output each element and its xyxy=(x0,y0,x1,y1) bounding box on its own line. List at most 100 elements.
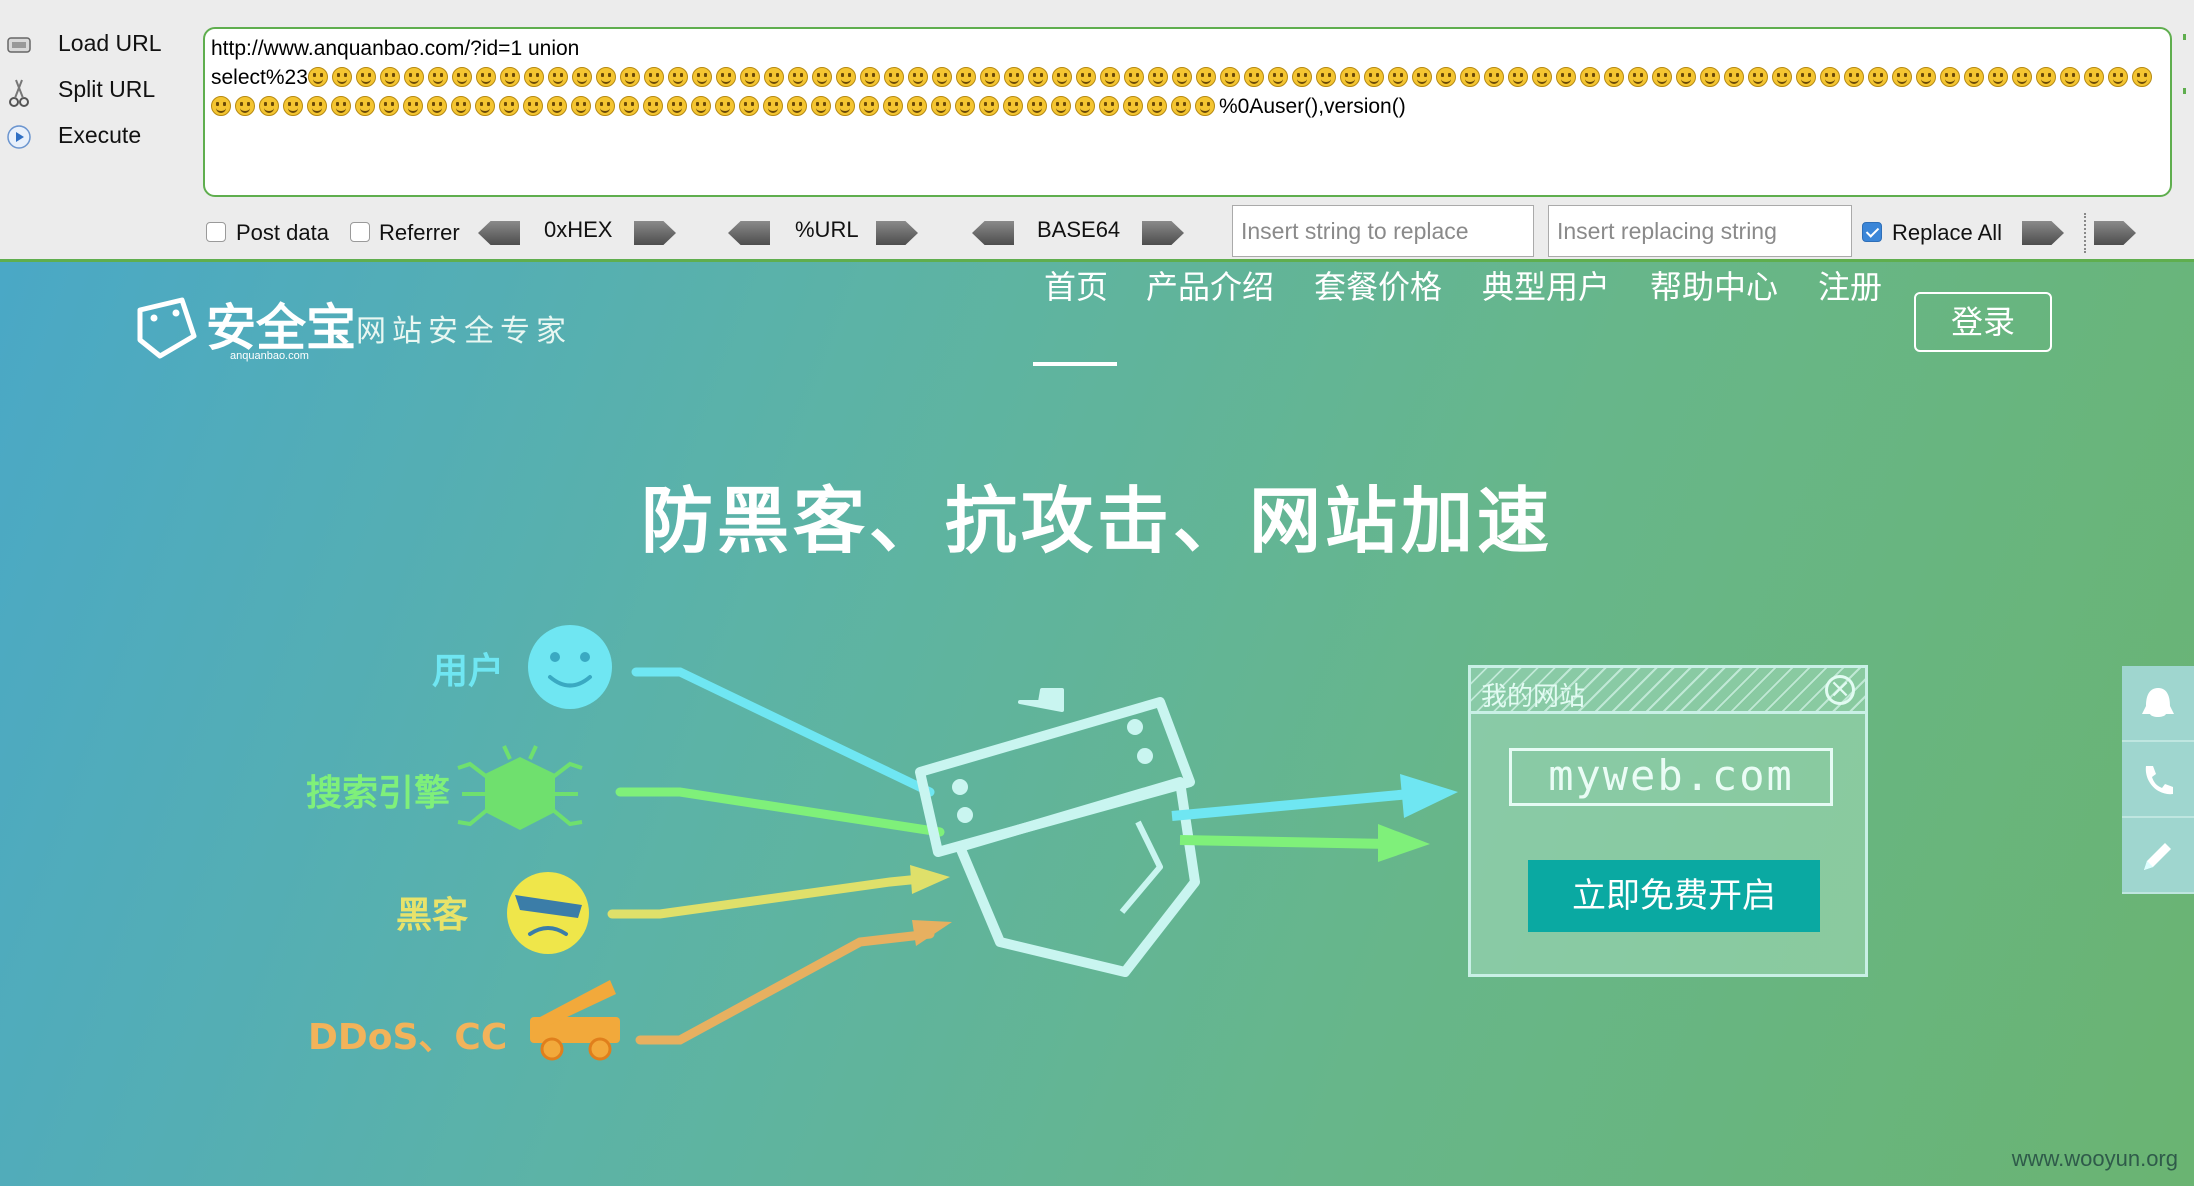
smiley-emoji-icon xyxy=(379,67,400,87)
phone-icon[interactable] xyxy=(2122,742,2194,818)
replace-to-input[interactable] xyxy=(1548,205,1852,257)
smiley-emoji-icon xyxy=(1843,67,1864,87)
smiley-emoji-icon xyxy=(1723,67,1744,87)
split-url-label: Split URL xyxy=(58,76,156,102)
smiley-emoji-icon xyxy=(787,67,808,87)
smiley-emoji-icon xyxy=(1699,67,1720,87)
enable-free-button[interactable]: 立即免费开启 xyxy=(1528,860,1820,932)
smiley-emoji-icon xyxy=(1267,67,1288,87)
smiley-emoji-icon xyxy=(355,67,376,87)
smiley-emoji-icon xyxy=(643,67,664,87)
split-url-button[interactable]: Split URL xyxy=(0,70,200,110)
url-textarea[interactable]: http://www.anquanbao.com/?id=1 union sel… xyxy=(203,27,2172,197)
load-url-icon xyxy=(6,32,32,58)
base64-encode-arrow-icon[interactable] xyxy=(1142,221,1184,245)
hex-label: 0xHEX xyxy=(544,217,613,242)
smiley-emoji-icon xyxy=(523,96,543,116)
smiley-emoji-icon xyxy=(883,96,903,116)
separator xyxy=(2084,213,2086,253)
window-url: myweb.com xyxy=(1509,748,1833,806)
replace-from-input[interactable] xyxy=(1232,205,1534,257)
smiley-emoji-icon xyxy=(379,96,399,116)
pencil-icon[interactable] xyxy=(2122,818,2194,894)
smiley-emoji-icon xyxy=(739,96,759,116)
smiley-emoji-icon xyxy=(1003,67,1024,87)
smiley-emoji-icon xyxy=(883,67,904,87)
url-line-2: select%23 %0Auser(),version() xyxy=(211,63,2164,121)
smiley-emoji-icon xyxy=(1651,67,1672,87)
angry-face-icon xyxy=(507,872,589,954)
referrer-checkbox[interactable] xyxy=(350,222,370,242)
execute-label: Execute xyxy=(58,122,142,148)
smiley-emoji-icon xyxy=(499,96,519,116)
smiley-emoji-icon xyxy=(427,96,447,116)
load-url-label: Load URL xyxy=(58,30,162,56)
smiley-emoji-icon xyxy=(979,67,1000,87)
smiley-emoji-icon xyxy=(595,67,616,87)
hex-decode-arrow-icon[interactable] xyxy=(478,221,520,245)
smiley-emoji-icon xyxy=(1675,67,1696,87)
smiley-emoji-icon xyxy=(859,96,879,116)
smiley-emoji-icon xyxy=(1915,67,1936,87)
smiley-emoji-icon xyxy=(643,96,663,116)
smiley-emoji-icon xyxy=(1195,96,1215,116)
smiley-emoji-icon xyxy=(211,96,231,116)
post-data-checkbox[interactable] xyxy=(206,222,226,242)
url-encode-arrow-icon[interactable] xyxy=(876,221,918,245)
hex-encode-arrow-icon[interactable] xyxy=(634,221,676,245)
bug-spider-icon xyxy=(457,745,583,830)
smiley-emoji-icon xyxy=(931,67,952,87)
smiley-emoji-icon xyxy=(499,67,520,87)
smiley-emoji-icon xyxy=(691,96,711,116)
smiley-emoji-icon xyxy=(1531,67,1552,87)
smiley-emoji-icon xyxy=(1867,67,1888,87)
watermark: www.wooyun.org xyxy=(2011,1146,2178,1171)
close-icon: × xyxy=(1825,675,1855,705)
smiley-emoji-icon xyxy=(931,96,951,116)
smiley-emoji-icon xyxy=(1987,67,2008,87)
smiley-emoji-icon xyxy=(547,96,567,116)
base64-decode-arrow-icon[interactable] xyxy=(972,221,1014,245)
smiley-emoji-icon xyxy=(259,96,279,116)
hackbar-toolbar: Load URL Split URL Execute http://www.an… xyxy=(0,0,2194,262)
smiley-emoji-icon xyxy=(1243,67,1264,87)
window-title: 我的网站 xyxy=(1481,682,1586,712)
smiley-emoji-icon xyxy=(403,96,423,116)
smiley-emoji-icon xyxy=(1027,67,1048,87)
replace-extra-arrow-icon[interactable] xyxy=(2094,221,2136,245)
replace-apply-arrow-icon[interactable] xyxy=(2022,221,2064,245)
smiley-emoji-icon xyxy=(1291,67,1312,87)
smiley-emoji-icon xyxy=(1891,67,1912,87)
smiley-emoji-icon xyxy=(1363,67,1384,87)
smiley-emoji-icon xyxy=(1771,67,1792,87)
execute-button[interactable]: Execute xyxy=(0,116,200,156)
smiley-emoji-icon xyxy=(427,67,448,87)
smiley-emoji-icon xyxy=(355,96,375,116)
smiley-emoji-icon xyxy=(1507,67,1528,87)
smiley-emoji-icon xyxy=(2107,67,2128,87)
load-url-button[interactable]: Load URL xyxy=(0,24,200,64)
qq-penguin-icon[interactable] xyxy=(2122,666,2194,742)
smiley-emoji-icon xyxy=(859,67,880,87)
smiley-emoji-icon xyxy=(715,96,735,116)
smiley-emoji-icon xyxy=(1435,67,1456,87)
smiley-emoji-icon xyxy=(739,67,760,87)
url-decode-arrow-icon[interactable] xyxy=(728,221,770,245)
smiley-emoji-icon xyxy=(1579,67,1600,87)
replace-all-label: Replace All xyxy=(1892,220,2003,245)
replace-all-checkbox[interactable] xyxy=(1862,222,1882,242)
shield-device-icon xyxy=(915,688,1200,977)
smiley-emoji-icon xyxy=(619,96,639,116)
url-suffix: %0Auser(),version() xyxy=(1219,95,1406,118)
smiley-emoji-icon xyxy=(979,96,999,116)
smiley-face-icon xyxy=(528,625,612,709)
resize-handle-icon[interactable] xyxy=(2180,34,2190,94)
smiley-emoji-icon xyxy=(2035,67,2056,87)
smiley-emoji-icon xyxy=(1315,67,1336,87)
smiley-emoji-icon xyxy=(1147,96,1167,116)
smiley-emoji-icon xyxy=(283,96,303,116)
smiley-emoji-icon xyxy=(595,96,615,116)
smiley-emoji-icon xyxy=(667,67,688,87)
url-smileys xyxy=(211,66,2156,118)
smiley-emoji-icon xyxy=(1819,67,1840,87)
